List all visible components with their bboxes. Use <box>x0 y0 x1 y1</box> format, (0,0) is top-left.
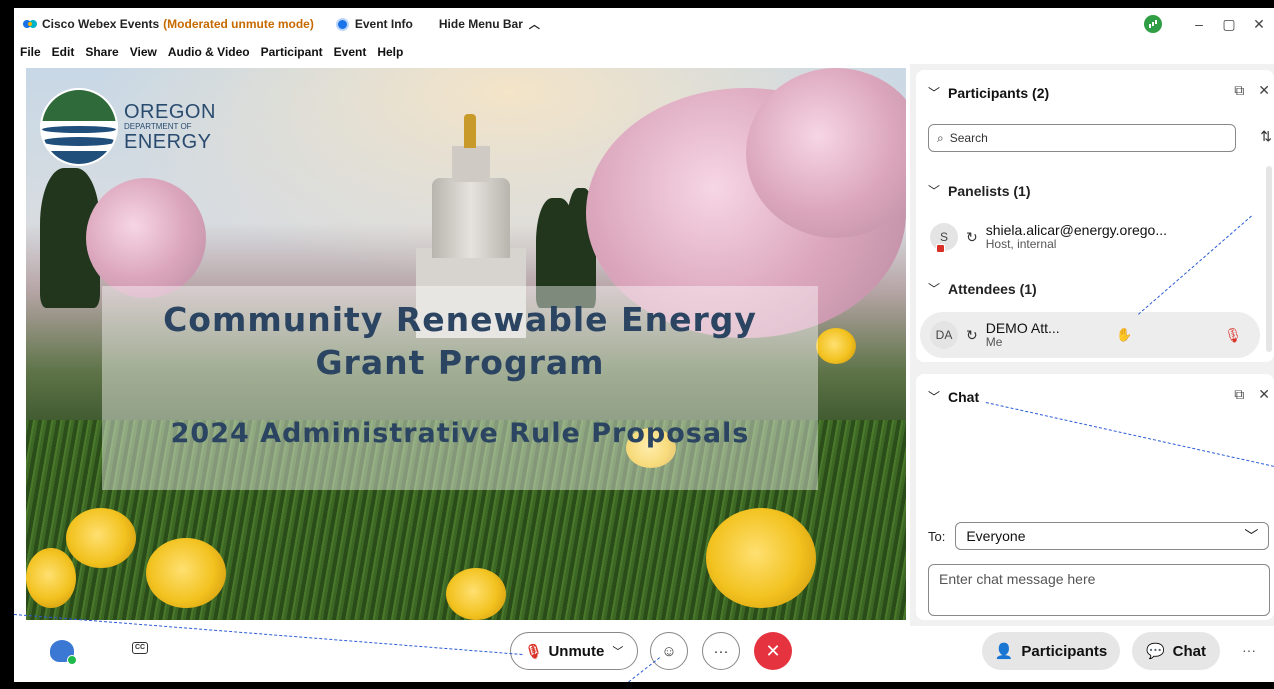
oregon-energy-logo: OREGON DEPARTMENT OF ENERGY <box>40 88 216 166</box>
menu-view[interactable]: View <box>130 45 157 59</box>
avatar: S <box>930 223 958 253</box>
participant-search-input[interactable]: ⌕ Search <box>928 124 1236 152</box>
chat-message-input[interactable]: Enter chat message here <box>928 564 1270 616</box>
attendees-section-header[interactable]: ﹀ Attendees (1) <box>928 280 1037 297</box>
chat-recipient-select[interactable]: Everyone ﹀ <box>955 522 1270 550</box>
smiley-icon: ☺ <box>661 642 677 660</box>
chevron-down-icon: ﹀ <box>928 282 941 296</box>
participant-role: Host, internal <box>985 237 1057 252</box>
more-icon[interactable]: ··· <box>1242 642 1256 658</box>
close-window-button[interactable]: ✕ <box>1244 16 1274 33</box>
chevron-down-icon: ﹀ <box>1244 528 1259 544</box>
participant-name: DEMO Att... <box>985 319 1060 336</box>
control-bar: CC 🎙 Unmute ﹀ ☺ ··· ✕ 👤 Participants 💬 C… <box>14 626 1274 682</box>
mic-muted-icon[interactable]: 🎙 <box>1224 327 1242 344</box>
hide-menu-label: Hide Menu Bar <box>438 17 523 31</box>
chat-button-label: Chat <box>1172 642 1207 660</box>
attendees-title: Attendees (1) <box>948 280 1037 297</box>
participants-panel: ﹀ Participants (2) ⧉ ✕ ⌕ Search ⇅ ﹀ Pane… <box>916 70 1274 362</box>
chevron-down-icon[interactable]: ﹀ <box>612 643 623 659</box>
chevron-down-icon: ﹀ <box>928 184 941 198</box>
daffodil-image <box>66 508 136 568</box>
close-icon: ✕ <box>765 640 781 661</box>
participant-name: shiela.alicar@energy.orego... <box>985 221 1168 238</box>
reactions-button[interactable]: ☺ <box>650 632 688 670</box>
close-panel-icon[interactable]: ✕ <box>1258 82 1270 99</box>
participants-header[interactable]: ﹀ Participants (2) <box>928 84 1049 101</box>
closed-captions-icon[interactable]: CC <box>132 642 148 654</box>
video-off-badge-icon <box>936 244 945 253</box>
participants-button[interactable]: 👤 Participants <box>982 632 1120 670</box>
slide-title-box: Community Renewable Energy Grant Program… <box>102 286 818 490</box>
raise-hand-icon[interactable]: ✋ <box>1116 327 1132 343</box>
audio-connection-icon: ↻ <box>966 326 978 343</box>
logo-line-3: ENERGY <box>124 131 212 153</box>
unmute-mode-label: (Moderated unmute mode) <box>163 17 314 31</box>
menu-bar: File Edit Share View Audio & Video Parti… <box>14 40 1274 64</box>
leave-event-button[interactable]: ✕ <box>754 632 792 670</box>
chevron-up-icon: ︿ <box>528 19 540 31</box>
odoe-emblem-icon <box>40 88 118 166</box>
ai-assistant-icon[interactable] <box>50 640 77 665</box>
event-info-button[interactable]: Event Info <box>335 17 413 31</box>
recipient-value: Everyone <box>966 528 1026 544</box>
participant-role: Me <box>985 335 1003 350</box>
chevron-down-icon: ﹀ <box>928 86 941 100</box>
search-placeholder: Search <box>949 131 988 145</box>
chat-bubble-icon: 💬 <box>1145 643 1165 660</box>
shared-content-stage: OREGON DEPARTMENT OF ENERGY Community Re… <box>26 68 906 620</box>
avatar: DA <box>930 321 958 349</box>
chevron-down-icon: ﹀ <box>928 390 941 404</box>
menu-participant[interactable]: Participant <box>261 45 323 59</box>
menu-help[interactable]: Help <box>377 45 403 59</box>
panelists-section-header[interactable]: ﹀ Panelists (1) <box>928 182 1031 199</box>
webex-window: Cisco Webex Events (Moderated unmute mod… <box>14 8 1274 682</box>
chat-recipient-row: To: Everyone ﹀ <box>928 522 1270 550</box>
chat-panel: ﹀ Chat ⧉ ✕ To: Everyone ﹀ Enter chat mes… <box>916 374 1274 620</box>
menu-share[interactable]: Share <box>85 45 118 59</box>
participants-button-label: Participants <box>1021 642 1108 660</box>
close-panel-icon[interactable]: ✕ <box>1258 386 1270 403</box>
minimize-button[interactable]: – <box>1184 16 1214 32</box>
to-label: To: <box>928 528 946 544</box>
more-options-button[interactable]: ··· <box>702 632 740 670</box>
hide-menu-bar-button[interactable]: Hide Menu Bar ︿ <box>439 16 540 32</box>
event-info-label: Event Info <box>354 17 413 31</box>
search-icon: ⌕ <box>937 130 944 145</box>
logo-line-1: OREGON <box>124 101 216 123</box>
chat-title: Chat <box>948 388 980 405</box>
menu-event[interactable]: Event <box>334 45 367 59</box>
popout-icon[interactable]: ⧉ <box>1234 82 1244 99</box>
network-signal-icon[interactable] <box>1144 15 1162 33</box>
menu-file[interactable]: File <box>20 45 41 59</box>
chat-header[interactable]: ﹀ Chat <box>928 388 979 405</box>
participant-row-me[interactable]: DA ↻ DEMO Att... Me ✋ 🎙 <box>920 312 1260 358</box>
unmute-label: Unmute <box>548 642 605 660</box>
slide-title-line-1: Community Renewable Energy <box>163 300 757 339</box>
participants-icon: 👤 <box>994 643 1014 660</box>
unmute-button[interactable]: 🎙 Unmute ﹀ <box>510 632 638 670</box>
more-icon: ··· <box>713 642 729 660</box>
audio-connection-icon: ↻ <box>966 228 978 245</box>
menu-edit[interactable]: Edit <box>52 45 75 59</box>
menu-audio-video[interactable]: Audio & Video <box>168 45 250 59</box>
info-icon <box>335 17 349 31</box>
app-title: Cisco Webex Events <box>42 17 160 31</box>
webex-logo-icon <box>23 20 37 28</box>
panelists-title: Panelists (1) <box>948 182 1031 199</box>
slide-subtitle: 2024 Administrative Rule Proposals <box>170 418 750 449</box>
title-bar: Cisco Webex Events (Moderated unmute mod… <box>14 8 1274 40</box>
restore-button[interactable]: ▢ <box>1214 16 1244 33</box>
mic-muted-icon: 🎙 <box>524 642 543 659</box>
slide-title-line-2: Grant Program <box>315 343 605 382</box>
chat-button[interactable]: 💬 Chat <box>1132 632 1220 670</box>
participants-title: Participants (2) <box>948 84 1050 101</box>
logo-line-2: DEPARTMENT OF <box>124 122 192 131</box>
popout-icon[interactable]: ⧉ <box>1234 386 1244 403</box>
sort-icon[interactable]: ⇅ <box>1260 128 1272 145</box>
participants-scrollbar[interactable] <box>1266 166 1272 352</box>
